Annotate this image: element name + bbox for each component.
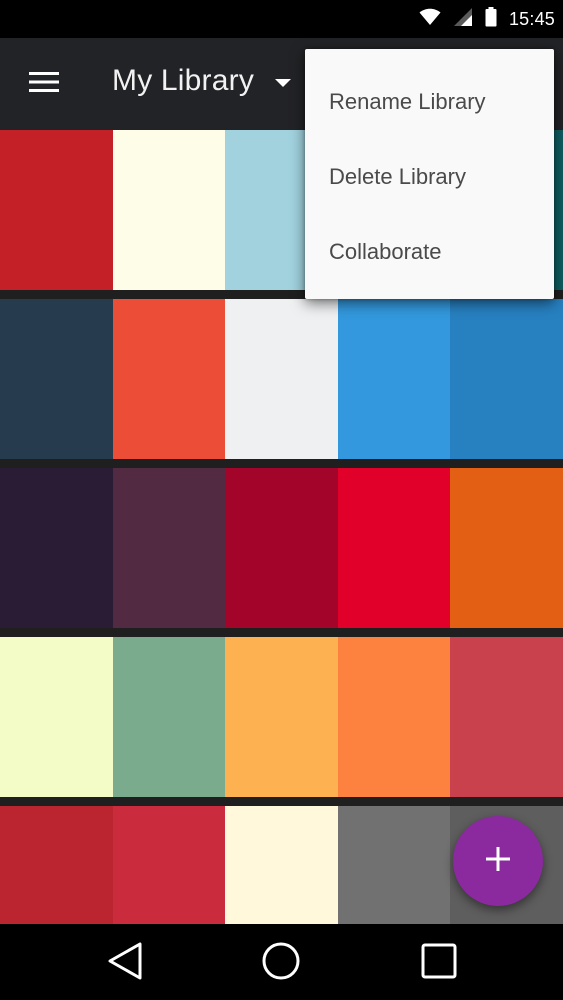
color-swatch: [337, 468, 451, 628]
nav-bar: [0, 924, 563, 1000]
back-icon: [107, 942, 143, 985]
color-swatch: [225, 806, 338, 924]
screen: 15:45 My Library Rename Library Delete L…: [0, 0, 563, 1000]
color-swatch: [450, 299, 563, 459]
hamburger-menu-icon: [29, 71, 59, 98]
menu-item-collaborate[interactable]: Collaborate: [305, 214, 554, 289]
color-swatch: [225, 468, 338, 628]
color-swatch: [450, 468, 563, 628]
add-theme-button[interactable]: [453, 816, 543, 906]
color-swatch: [0, 299, 113, 459]
recents-button[interactable]: [414, 938, 464, 988]
color-swatch: [0, 806, 113, 924]
back-button[interactable]: [100, 938, 150, 988]
color-theme-row[interactable]: [0, 637, 563, 797]
color-swatch: [112, 130, 226, 290]
color-swatch: [450, 637, 563, 797]
library-title[interactable]: My Library: [112, 64, 254, 98]
status-icons: 15:45: [419, 0, 555, 38]
color-swatch: [337, 806, 451, 924]
color-swatch: [0, 130, 113, 290]
plus-icon: [485, 846, 511, 877]
status-time: 15:45: [508, 8, 555, 29]
status-bar: 15:45: [0, 0, 563, 38]
battery-icon: [485, 6, 497, 32]
color-swatch: [337, 299, 451, 459]
color-swatch: [112, 299, 226, 459]
color-swatch: [0, 637, 113, 797]
signal-icon: [453, 7, 473, 32]
menu-button[interactable]: [22, 66, 66, 102]
color-theme-row[interactable]: [0, 299, 563, 459]
library-dropdown-button[interactable]: [270, 74, 296, 94]
recents-icon: [421, 943, 457, 984]
color-swatch: [112, 806, 226, 924]
wifi-icon: [419, 8, 441, 31]
home-button[interactable]: [256, 938, 306, 988]
color-swatch: [0, 468, 113, 628]
color-swatch: [225, 299, 338, 459]
overflow-menu: Rename Library Delete Library Collaborat…: [305, 49, 554, 299]
menu-item-delete-library[interactable]: Delete Library: [305, 139, 554, 214]
menu-item-rename-library[interactable]: Rename Library: [305, 64, 554, 139]
color-swatch: [337, 637, 451, 797]
color-theme-row[interactable]: [0, 468, 563, 628]
home-icon: [261, 941, 301, 986]
color-swatch: [225, 637, 338, 797]
color-swatch: [112, 637, 226, 797]
color-swatch: [112, 468, 226, 628]
caret-down-icon: [275, 75, 291, 93]
